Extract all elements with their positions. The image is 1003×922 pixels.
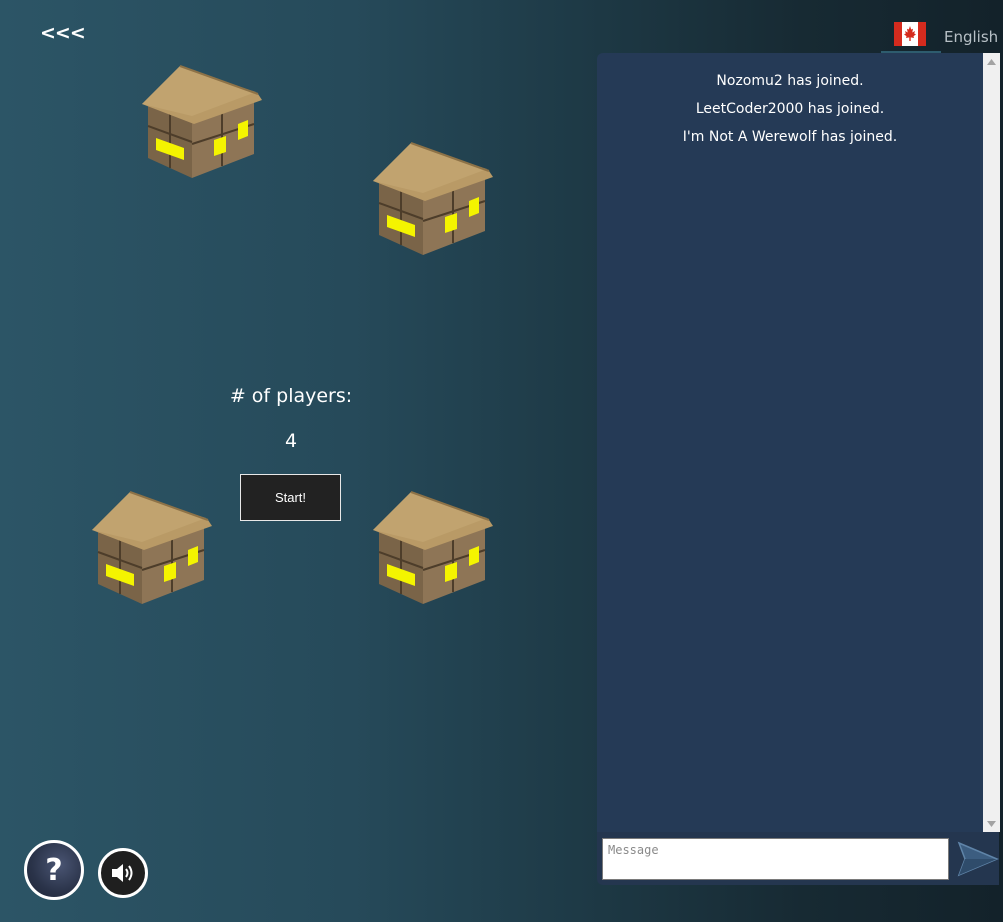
scroll-up-arrow-icon[interactable]: [983, 53, 1000, 70]
message-input[interactable]: [602, 838, 949, 880]
players-label: # of players:: [229, 385, 353, 407]
scroll-down-arrow-icon[interactable]: [983, 815, 1000, 832]
chat-scrollbar[interactable]: [983, 53, 1000, 832]
speaker-icon: [112, 864, 133, 882]
send-arrow-icon[interactable]: [955, 838, 999, 880]
chat-panel: Nozomu2 has joined. LeetCoder2000 has jo…: [597, 53, 983, 832]
chat-messages: Nozomu2 has joined. LeetCoder2000 has jo…: [597, 53, 983, 151]
chat-message: I'm Not A Werewolf has joined.: [682, 129, 898, 145]
sound-button[interactable]: [98, 848, 148, 898]
house-icon: [142, 65, 262, 178]
players-count: 4: [284, 430, 298, 452]
start-button[interactable]: Start!: [240, 474, 341, 521]
canada-flag-icon[interactable]: [894, 22, 926, 46]
help-button[interactable]: ?: [24, 840, 84, 900]
language-label[interactable]: English: [944, 28, 998, 46]
help-icon: ?: [45, 852, 63, 888]
house-icon: [373, 142, 493, 255]
back-link[interactable]: <<<: [40, 22, 86, 44]
chat-message: Nozomu2 has joined.: [716, 73, 864, 89]
chat-message: LeetCoder2000 has joined.: [695, 101, 885, 117]
house-icon: [92, 491, 212, 604]
house-icon: [373, 491, 493, 604]
